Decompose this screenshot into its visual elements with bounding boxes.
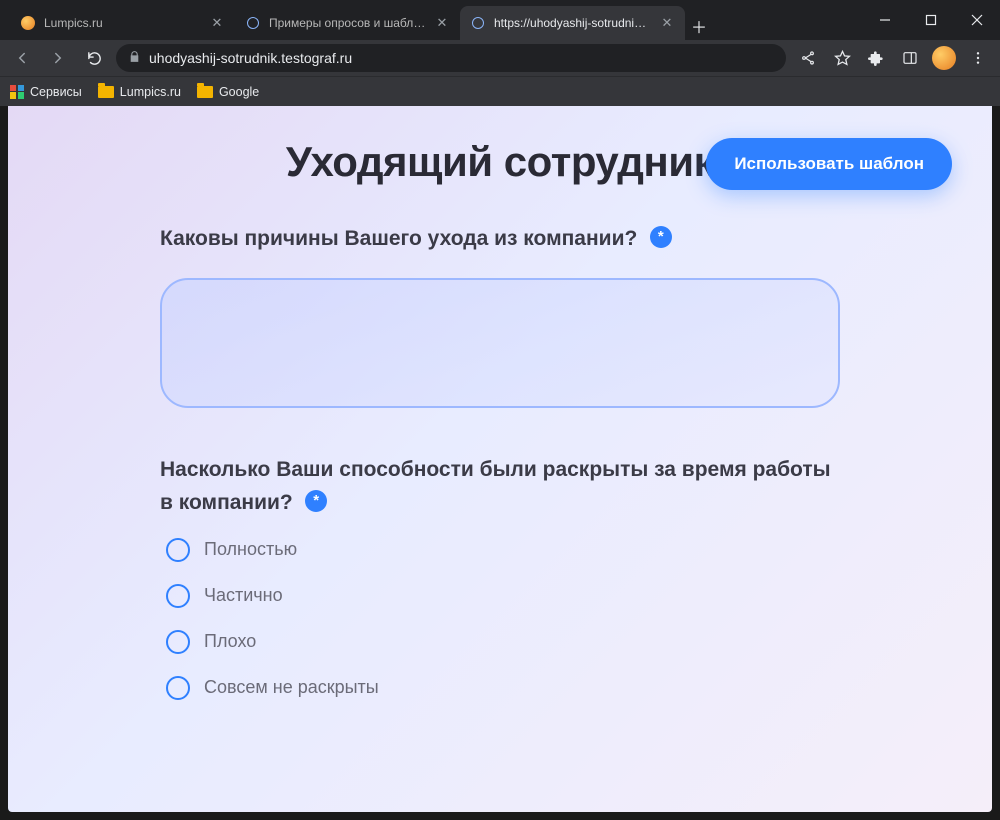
browser-tab-2[interactable]: https://uhodyashij-sotrudnik.te ✕	[460, 6, 685, 40]
question-1-textarea[interactable]	[160, 278, 840, 408]
browser-titlebar: Lumpics.ru ✕ Примеры опросов и шаблоны ✕…	[0, 0, 1000, 40]
share-icon[interactable]	[794, 44, 822, 72]
radio-icon	[166, 676, 190, 700]
radio-icon	[166, 584, 190, 608]
omnibox[interactable]: uhodyashij-sotrudnik.testograf.ru	[116, 44, 786, 72]
question-1-label: Каковы причины Вашего ухода из компании?	[160, 227, 637, 250]
survey-form: Каковы причины Вашего ухода из компании?…	[160, 222, 840, 700]
required-badge-icon: *	[305, 490, 327, 512]
bookmark-label: Google	[219, 85, 259, 99]
folder-icon	[197, 86, 213, 98]
page-viewport: Уходящий сотрудник Использовать шаблон К…	[8, 106, 992, 812]
apps-grid-icon	[10, 85, 24, 99]
lock-icon	[128, 50, 141, 66]
question-2: Насколько Ваши способности были раскрыты…	[160, 453, 840, 700]
radio-option-3[interactable]: Совсем не раскрыты	[166, 676, 840, 700]
option-label: Плохо	[204, 631, 256, 652]
menu-icon[interactable]	[964, 44, 992, 72]
bookmark-services[interactable]: Сервисы	[10, 85, 82, 99]
question-2-options: Полностью Частично Плохо Совсем не раскр…	[160, 538, 840, 700]
new-tab-button[interactable]: ＋	[685, 12, 713, 40]
bookmarks-bar: Сервисы Lumpics.ru Google	[0, 76, 1000, 106]
reload-button[interactable]	[80, 44, 108, 72]
favicon-ring-icon	[245, 15, 261, 31]
radio-option-0[interactable]: Полностью	[166, 538, 840, 562]
bookmark-star-icon[interactable]	[828, 44, 856, 72]
radio-icon	[166, 538, 190, 562]
extensions-icon[interactable]	[862, 44, 890, 72]
maximize-button[interactable]	[908, 0, 954, 40]
question-1: Каковы причины Вашего ухода из компании?…	[160, 222, 840, 413]
url-text: uhodyashij-sotrudnik.testograf.ru	[149, 50, 352, 66]
profile-avatar[interactable]	[930, 44, 958, 72]
tab-close-icon[interactable]: ✕	[209, 15, 225, 31]
use-template-button[interactable]: Использовать шаблон	[706, 138, 952, 190]
radio-option-2[interactable]: Плохо	[166, 630, 840, 654]
option-label: Полностью	[204, 539, 297, 560]
question-2-label: Насколько Ваши способности были раскрыты…	[160, 458, 831, 515]
address-bar: uhodyashij-sotrudnik.testograf.ru	[0, 40, 1000, 76]
bookmark-label: Сервисы	[30, 85, 82, 99]
browser-tab-1[interactable]: Примеры опросов и шаблоны ✕	[235, 6, 460, 40]
side-panel-icon[interactable]	[896, 44, 924, 72]
bookmark-label: Lumpics.ru	[120, 85, 181, 99]
browser-tab-0[interactable]: Lumpics.ru ✕	[10, 6, 235, 40]
radio-option-1[interactable]: Частично	[166, 584, 840, 608]
bookmark-google[interactable]: Google	[197, 85, 259, 99]
tab-close-icon[interactable]: ✕	[659, 15, 675, 31]
tab-title: Примеры опросов и шаблоны	[269, 16, 426, 30]
folder-icon	[98, 86, 114, 98]
back-button[interactable]	[8, 44, 36, 72]
option-label: Совсем не раскрыты	[204, 677, 379, 698]
tab-title: https://uhodyashij-sotrudnik.te	[494, 16, 651, 30]
minimize-button[interactable]	[862, 0, 908, 40]
required-badge-icon: *	[650, 226, 672, 248]
favicon-orange-icon	[20, 15, 36, 31]
forward-button[interactable]	[44, 44, 72, 72]
close-window-button[interactable]	[954, 0, 1000, 40]
window-controls	[862, 0, 1000, 40]
bookmark-lumpics[interactable]: Lumpics.ru	[98, 85, 181, 99]
radio-icon	[166, 630, 190, 654]
option-label: Частично	[204, 585, 283, 606]
tab-strip: Lumpics.ru ✕ Примеры опросов и шаблоны ✕…	[0, 0, 862, 40]
tab-close-icon[interactable]: ✕	[434, 15, 450, 31]
favicon-ring-icon	[470, 15, 486, 31]
tab-title: Lumpics.ru	[44, 16, 201, 30]
